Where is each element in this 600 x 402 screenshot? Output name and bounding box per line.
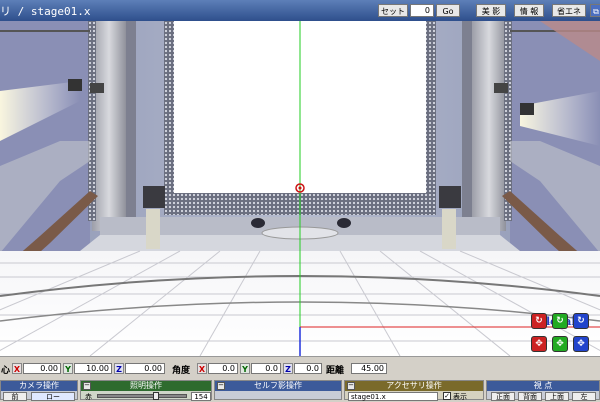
center-z-label: Z <box>114 363 124 374</box>
distance-label: 距離 <box>326 366 345 376</box>
rotate-x-icon[interactable]: ↻ <box>531 313 547 329</box>
angle-y-label: Y <box>240 363 250 374</box>
accessory-panel-minimize-button[interactable]: − <box>347 382 355 390</box>
move-z-icon[interactable]: ✥ <box>573 336 589 352</box>
angle-label: 角度 <box>172 366 191 376</box>
viewpoint-panel-title: 視 点 <box>487 381 599 391</box>
rotate-y-icon[interactable]: ↻ <box>552 313 568 329</box>
title-bar: リ / stage01.x セット 0 Go 美 影 情 報 省エネ ⧉ <box>0 0 600 21</box>
center-x-field[interactable]: 0.00 <box>23 363 61 374</box>
light-red-slider-thumb[interactable] <box>153 392 159 400</box>
stage-scene <box>0 21 600 356</box>
frame-number-field[interactable]: 0 <box>410 4 434 17</box>
accessory-panel-title: アクセサリ操作 <box>345 381 483 391</box>
distance-field[interactable]: 45.00 <box>351 363 387 374</box>
info-button[interactable]: 情 報 <box>514 4 544 17</box>
light-panel: 照明操作 − 赤 154 <box>80 380 212 401</box>
rotate-z-icon[interactable]: ↻ <box>573 313 589 329</box>
accessory-show-label: 表示 <box>453 393 467 401</box>
self-shadow-panel: セルフ影操作 − <box>214 380 342 400</box>
center-z-field[interactable]: 0.00 <box>125 363 165 374</box>
power-save-button[interactable]: 省エネ <box>552 4 586 17</box>
angle-y-field[interactable]: 0.0 <box>251 363 281 374</box>
angle-z-field[interactable]: 0.0 <box>294 363 322 374</box>
move-x-icon[interactable]: ✥ <box>531 336 547 352</box>
center-label: 心 <box>1 366 11 376</box>
window-restore-icon[interactable]: ⧉ <box>590 4 600 17</box>
window-title: リ / stage01.x <box>0 5 91 18</box>
move-y-icon[interactable]: ✥ <box>552 336 568 352</box>
3d-viewport[interactable]: local ↻ ↻ ↻ ✥ ✥ ✥ <box>0 21 600 356</box>
light-red-label: 赤 <box>85 393 92 401</box>
center-y-field[interactable]: 10.00 <box>74 363 112 374</box>
accessory-panel: アクセサリ操作 − stage01.x ✓ 表示 <box>344 380 484 401</box>
light-panel-minimize-button[interactable]: − <box>83 382 91 390</box>
camera-panel: カメラ操作 前 ロー <box>0 380 78 401</box>
center-y-label: Y <box>63 363 73 374</box>
go-button[interactable]: Go <box>436 4 460 17</box>
camera-coordinate-bar: 心 X 0.00 Y 10.00 Z 0.00 角度 X 0.0 Y 0.0 Z… <box>0 356 600 381</box>
viewpoint-panel: 視 点 正面 背面 上面 左 <box>486 380 600 401</box>
light-panel-title: 照明操作 <box>81 381 211 391</box>
angle-x-label: X <box>197 363 207 374</box>
accessory-show-checkbox[interactable]: ✓ <box>443 392 451 400</box>
angle-z-label: Z <box>283 363 293 374</box>
center-x-label: X <box>12 363 22 374</box>
self-shadow-panel-title: セルフ影操作 <box>215 381 341 391</box>
control-panels: カメラ操作 前 ロー 照明操作 − 赤 154 セルフ影操作 − アクセサリ操作… <box>0 380 600 401</box>
self-shadow-minimize-button[interactable]: − <box>217 382 225 390</box>
beauty-shadow-button[interactable]: 美 影 <box>476 4 506 17</box>
camera-panel-title: カメラ操作 <box>1 381 77 391</box>
light-red-slider[interactable] <box>97 392 187 400</box>
angle-x-field[interactable]: 0.0 <box>208 363 238 374</box>
frame-set-button[interactable]: セット <box>378 4 408 17</box>
